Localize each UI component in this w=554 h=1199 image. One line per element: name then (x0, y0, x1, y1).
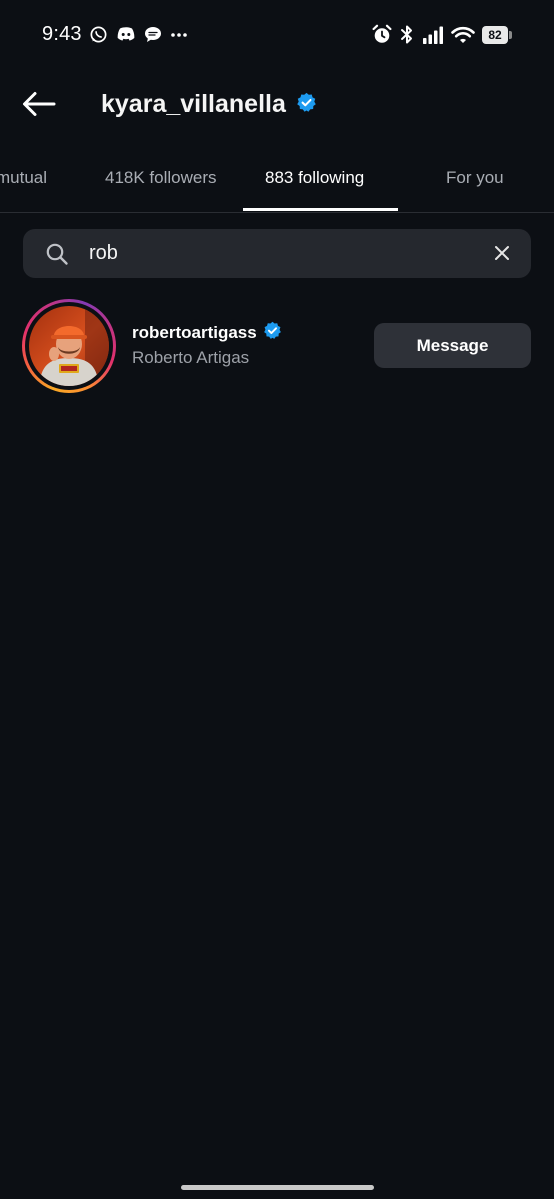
story-ring-gap (25, 302, 113, 390)
status-bar: 9:43 82 (0, 0, 554, 70)
header-title-wrap: kyara_villanella (101, 90, 317, 119)
search-icon (45, 242, 69, 271)
message-button[interactable]: Message (374, 323, 531, 368)
page-title: kyara_villanella (101, 90, 286, 118)
avatar[interactable] (29, 306, 109, 386)
battery-level: 82 (482, 25, 509, 44)
header: kyara_villanella (0, 70, 554, 142)
status-right-icons: 82 (372, 24, 512, 45)
story-ring[interactable] (22, 299, 116, 393)
search-box[interactable] (23, 229, 531, 278)
alarm-icon (372, 24, 392, 45)
home-indicator[interactable] (181, 1185, 374, 1190)
battery-icon: 82 (482, 25, 512, 44)
wifi-icon (451, 26, 475, 44)
signal-icon (422, 26, 444, 44)
username-line: robertoartigass (132, 321, 282, 345)
chat-bubble-icon (144, 26, 162, 43)
status-time: 9:43 (42, 23, 82, 45)
clear-search-icon[interactable] (493, 244, 511, 267)
verified-badge-icon (296, 92, 317, 118)
back-button[interactable] (18, 87, 60, 125)
more-dots-icon (170, 32, 188, 38)
tab-for-you[interactable]: For you (446, 168, 504, 188)
bluetooth-icon (399, 24, 415, 45)
tab-mutual[interactable]: mutual (0, 168, 47, 188)
back-arrow-icon (22, 91, 56, 122)
tab-bar: mutual 418K followers 883 following For … (0, 150, 554, 213)
active-tab-indicator (243, 208, 398, 211)
list-item[interactable]: robertoartigass Roberto Artigas Message (0, 296, 554, 394)
tab-followers[interactable]: 418K followers (105, 168, 217, 188)
verified-badge-icon (263, 321, 282, 345)
user-info[interactable]: robertoartigass Roberto Artigas (132, 321, 282, 368)
full-name: Roberto Artigas (132, 348, 250, 367)
discord-icon (116, 26, 136, 43)
whatsapp-icon (89, 25, 108, 44)
search-input[interactable] (89, 238, 479, 269)
tab-following[interactable]: 883 following (265, 168, 364, 188)
status-left-icons (89, 25, 188, 44)
battery-tip (509, 30, 512, 39)
username[interactable]: robertoartigass (132, 323, 257, 343)
